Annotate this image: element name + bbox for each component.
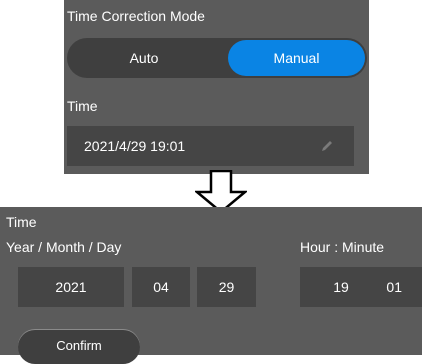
clock-label: Hour : Minute <box>300 239 385 255</box>
month-field[interactable]: 04 <box>132 267 190 307</box>
confirm-button[interactable]: Confirm <box>18 330 140 364</box>
pencil-icon[interactable] <box>320 139 334 153</box>
year-field[interactable]: 2021 <box>18 267 124 307</box>
hour-field[interactable]: 19 <box>300 267 382 307</box>
time-label: Time <box>6 214 37 230</box>
date-label: Year / Month / Day <box>6 239 122 255</box>
time-settings-panel-after: Time Year / Month / Day Hour : Minute 20… <box>0 207 422 364</box>
minute-field[interactable]: 01 <box>377 267 422 307</box>
mode-toggle: Auto Manual <box>67 38 367 78</box>
day-field[interactable]: 29 <box>197 267 256 307</box>
time-correction-mode-label: Time Correction Mode <box>67 8 205 24</box>
time-value: 2021/4/29 19:01 <box>84 138 186 154</box>
time-label: Time <box>67 98 98 114</box>
time-value-field[interactable]: 2021/4/29 19:01 <box>67 126 354 166</box>
time-settings-panel-before: Time Correction Mode Auto Manual Time 20… <box>64 0 369 174</box>
mode-manual-button[interactable]: Manual <box>228 40 365 76</box>
mode-auto-button[interactable]: Auto <box>69 40 219 76</box>
